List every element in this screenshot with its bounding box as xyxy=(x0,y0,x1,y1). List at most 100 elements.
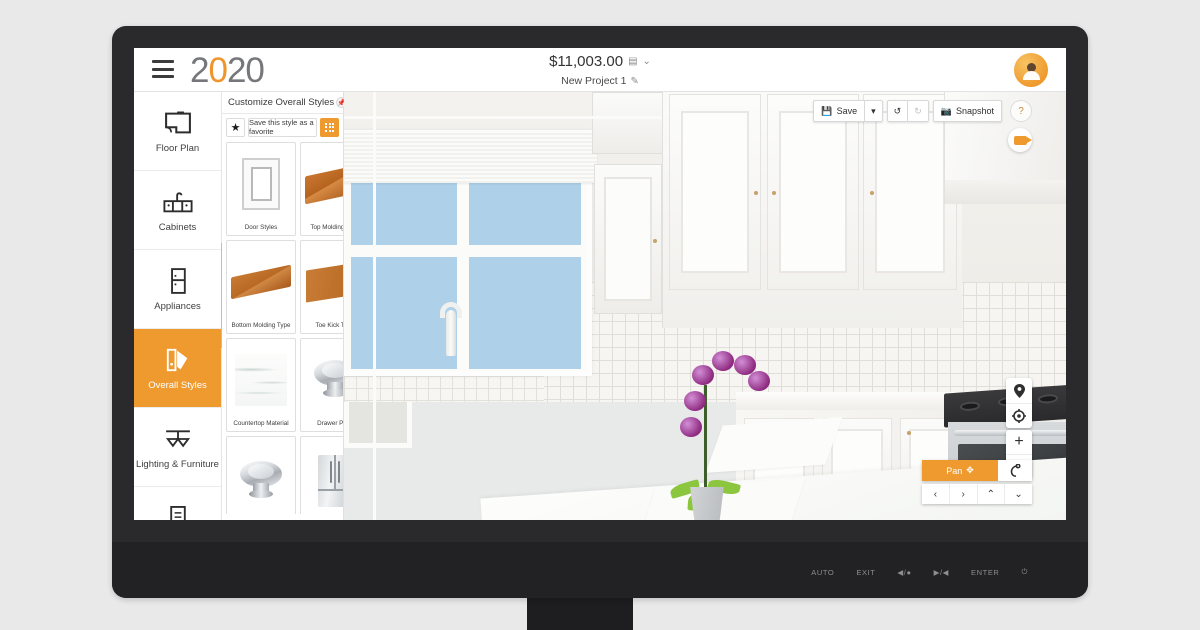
app-logo: 2020 xyxy=(190,51,265,91)
door-style-thumbnail xyxy=(227,143,295,224)
orchid-bloom xyxy=(680,417,702,437)
undo-arrow-icon[interactable]: ↺ xyxy=(886,100,908,122)
toe-kick-thumbnail xyxy=(301,241,343,322)
refrigerator-thumbnail xyxy=(301,437,343,514)
sidebar-item-floor-plan[interactable]: Floor Plan xyxy=(134,92,221,171)
osd-button-enter[interactable]: ENTER xyxy=(971,568,999,577)
viewport-toolbar: 💾 Save ▾ ↺ ↻ 📷 Snapshot xyxy=(813,100,1002,122)
sidebar-item-label: Cabinets xyxy=(158,222,197,233)
orchid-bloom xyxy=(692,365,714,385)
tile-drawer-pulls[interactable]: Drawer Pulls xyxy=(300,338,343,432)
pan-left-button[interactable]: ‹ xyxy=(922,484,949,504)
user-avatar-icon[interactable] xyxy=(1014,53,1048,87)
help-button[interactable]: ? xyxy=(1010,100,1032,122)
window-pane xyxy=(469,257,581,369)
monitor-bottom-bezel: AUTO EXIT ◀/● ▶/◀ ENTER ⏻ xyxy=(112,542,1088,598)
upper-cabinet-panel-door xyxy=(594,164,662,314)
osd-button-left[interactable]: ◀/● xyxy=(897,568,911,577)
burner xyxy=(1038,393,1058,405)
panel-title: Customize Overall Styles xyxy=(228,97,335,108)
tile-label: Toe Kick Type xyxy=(315,322,343,329)
osd-button-auto[interactable]: AUTO xyxy=(811,568,834,577)
pan-down-button[interactable]: ⌄ xyxy=(1004,484,1032,504)
orchid-bloom xyxy=(748,371,770,391)
crosshair-target-icon[interactable] xyxy=(1006,403,1032,428)
pan-up-button[interactable]: ⌃ xyxy=(976,484,1005,504)
appliances-icon xyxy=(161,266,195,296)
monitor-osd-buttons: AUTO EXIT ◀/● ▶/◀ ENTER ⏻ xyxy=(811,567,1028,577)
save-button[interactable]: 💾 Save xyxy=(813,100,865,122)
osd-button-right[interactable]: ▶/◀ xyxy=(934,568,949,577)
orchid-bloom xyxy=(712,351,734,371)
video-camera-icon[interactable] xyxy=(1008,128,1032,152)
sidebar-item-label: Overall Styles xyxy=(148,380,207,391)
project-price: $11,003.00 xyxy=(549,53,624,70)
pencil-edit-icon[interactable]: ✎ xyxy=(630,76,638,87)
logo-char-1: 2 xyxy=(190,51,209,90)
hood-flare xyxy=(945,180,1066,204)
tile-countertop-material[interactable]: Countertop Material xyxy=(226,338,296,432)
upper-cabinet-run xyxy=(662,92,962,328)
tile-label: Top Molding Type xyxy=(310,224,343,231)
project-name: New Project 1 xyxy=(561,75,627,87)
redo-arrow-icon[interactable]: ↻ xyxy=(907,100,929,122)
kitchen-window xyxy=(344,130,597,376)
tile-toe-kick-type[interactable]: Toe Kick Type xyxy=(300,240,343,334)
sidebar-item-label: Appliances xyxy=(154,301,201,312)
pan-row: Pan ✥ xyxy=(922,460,1032,481)
upper-cabinet-glass-frame xyxy=(592,92,664,154)
direction-arrows-row: ‹ › ⌃ ⌄ xyxy=(922,484,1032,504)
snapshot-label: Snapshot xyxy=(955,106,994,116)
cabinet-knob-thumbnail xyxy=(227,437,295,514)
calculator-icon[interactable]: ▤ xyxy=(628,56,637,67)
tile-bottom-molding-type[interactable]: Bottom Molding Type xyxy=(226,240,296,334)
tile-refrigerator[interactable] xyxy=(300,436,343,514)
hamburger-menu-icon[interactable] xyxy=(152,60,174,78)
pan-right-button[interactable]: › xyxy=(948,484,977,504)
project-price-row[interactable]: $11,003.00 ▤ ⌄ xyxy=(549,53,651,70)
osd-button-exit[interactable]: EXIT xyxy=(856,568,875,577)
save-dropdown-button[interactable]: ▾ xyxy=(864,100,883,122)
tile-door-styles[interactable]: Door Styles xyxy=(226,142,296,236)
tile-top-molding-type[interactable]: Top Molding Type xyxy=(300,142,343,236)
star-icon[interactable]: ★ xyxy=(226,117,245,137)
mullion-vertical xyxy=(373,92,376,520)
left-navigation: Floor Plan Cabinets Appliances Overall S… xyxy=(134,92,222,520)
sidebar-item-cabinets[interactable]: Cabinets xyxy=(134,171,221,250)
orchid-bloom xyxy=(684,391,706,411)
snapshot-button[interactable]: 📷 Snapshot xyxy=(932,100,1002,122)
cabinet-knob xyxy=(653,239,657,243)
tile-cabinet-knobs[interactable] xyxy=(226,436,296,514)
sidebar-item-lighting-furniture[interactable]: Lighting & Furniture xyxy=(134,408,221,487)
grid-view-icon[interactable] xyxy=(320,117,339,137)
logo-char-4: 0 xyxy=(245,51,264,90)
cabinet-knob xyxy=(870,191,874,195)
project-info-block: $11,003.00 ▤ ⌄ New Project 1 ✎ xyxy=(134,53,1066,89)
sidebar-item-shopping-list[interactable]: Shopping List xyxy=(134,487,221,520)
chevron-down-icon[interactable]: ⌄ xyxy=(643,56,651,67)
save-favorite-button[interactable]: Save this style as a favorite xyxy=(248,117,317,137)
map-pin-icon[interactable] xyxy=(1006,378,1032,403)
door-inset xyxy=(604,177,652,301)
pan-button[interactable]: Pan ✥ xyxy=(922,460,998,481)
camera-icon: 📷 xyxy=(940,105,952,116)
upper-cabinet-door xyxy=(669,94,761,290)
zoom-in-button[interactable]: + xyxy=(1006,430,1032,454)
tile-label: Door Styles xyxy=(244,224,278,231)
monitor-stand-neck xyxy=(527,598,633,630)
style-tiles-grid: Door Styles Top Molding Type Bottom Mold… xyxy=(222,140,343,514)
sidebar-item-appliances[interactable]: Appliances xyxy=(134,250,221,329)
burner xyxy=(960,401,980,412)
sidebar-item-overall-styles[interactable]: Overall Styles xyxy=(134,329,221,408)
move-arrows-icon: ✥ xyxy=(966,465,974,475)
avatar-body xyxy=(1022,71,1040,80)
screen-area: 2020 $11,003.00 ▤ ⌄ New Project 1 ✎ Floo… xyxy=(134,48,1066,520)
view-locate-controls xyxy=(1006,378,1032,428)
project-name-row[interactable]: New Project 1 ✎ xyxy=(561,75,639,87)
osd-button-power[interactable]: ⏻ xyxy=(1021,567,1028,577)
faucet-body xyxy=(446,310,456,356)
kitchen-3d-viewport[interactable]: 💾 Save ▾ ↺ ↻ 📷 Snapshot ? + Pan ✥ ‹ › ⌃ … xyxy=(344,92,1066,520)
orbit-rotate-icon[interactable] xyxy=(998,460,1032,481)
cabinet-knob xyxy=(772,191,776,195)
app-top-bar: 2020 $11,003.00 ▤ ⌄ New Project 1 ✎ xyxy=(134,48,1066,92)
